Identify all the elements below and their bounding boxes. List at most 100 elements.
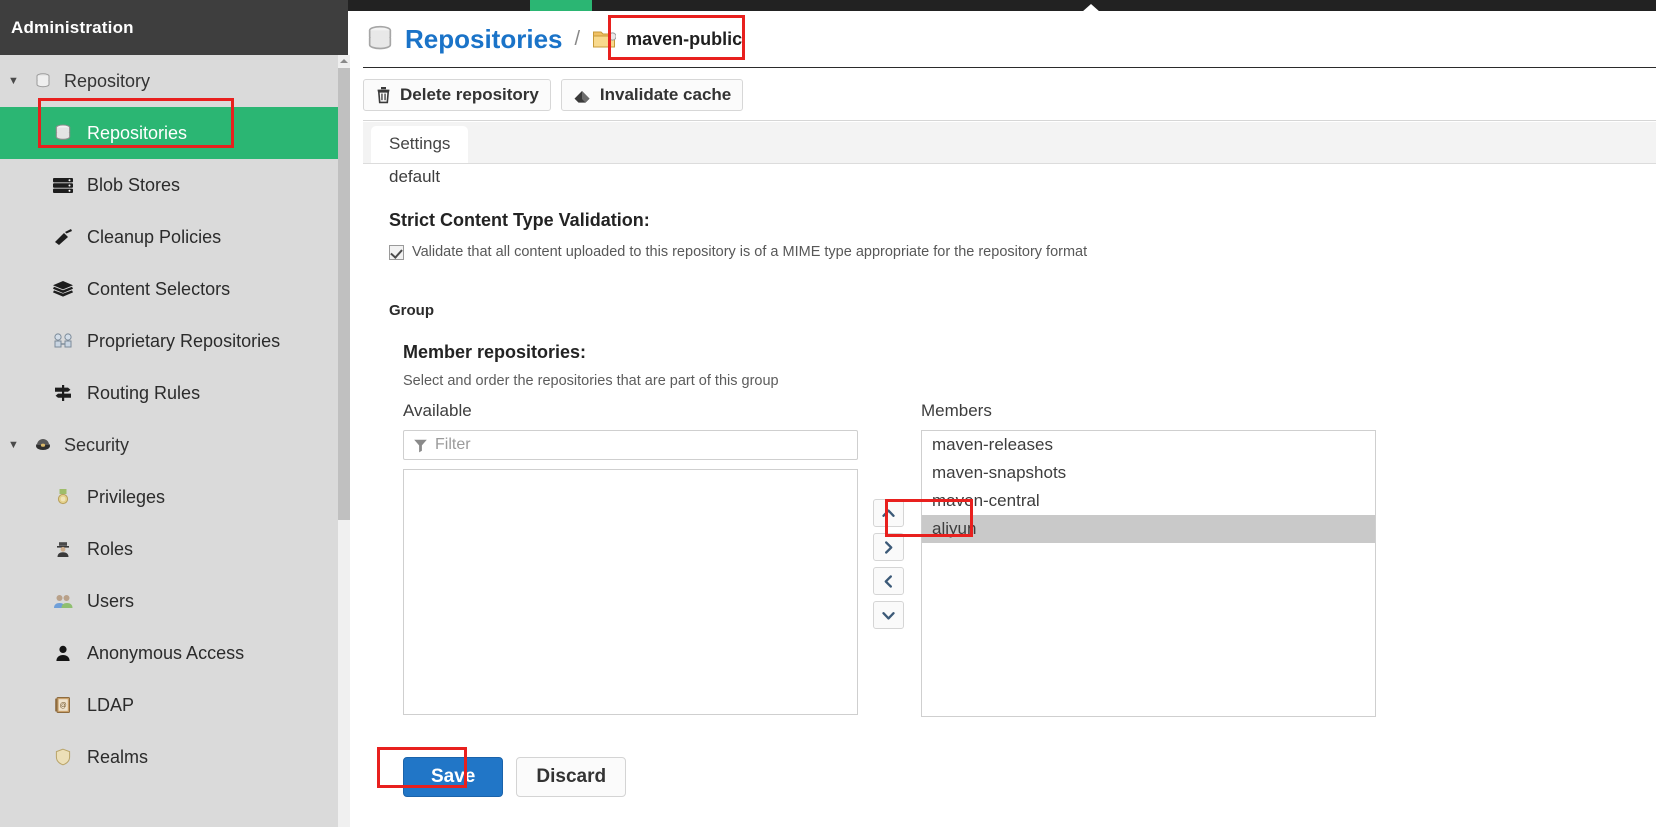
database-icon: [48, 123, 78, 143]
discard-button[interactable]: Discard: [516, 757, 627, 797]
address-book-icon: @: [48, 696, 78, 714]
sidebar-scrollbar-thumb[interactable]: [338, 68, 350, 520]
sidebar-item-label: Content Selectors: [87, 278, 231, 299]
move-left-button[interactable]: [873, 567, 904, 595]
officer-icon: [48, 540, 78, 558]
breadcrumb-root-link[interactable]: Repositories: [405, 24, 563, 55]
delete-repository-button[interactable]: Delete repository: [363, 78, 551, 111]
member-transfer-widget: Available Filter Members maven-releases …: [403, 401, 1403, 721]
available-filter-placeholder: Filter: [435, 436, 471, 453]
sidebar-item-repositories[interactable]: Repositories: [0, 107, 338, 159]
tab-strip: Settings: [363, 122, 1656, 164]
members-list[interactable]: maven-releases maven-snapshots maven-cen…: [921, 430, 1376, 717]
sidebar-item-roles[interactable]: Roles: [0, 523, 338, 575]
sidebar-item-blob-stores[interactable]: Blob Stores: [0, 159, 338, 211]
sidebar-item-label: Roles: [87, 538, 134, 559]
svg-text:@: @: [60, 702, 67, 709]
trash-icon: [375, 86, 392, 104]
strict-content-type-checkbox[interactable]: [389, 244, 404, 260]
main-panel: Repositories / maven-public Delete repos…: [363, 11, 1656, 827]
chevron-down-icon: ▼: [8, 74, 19, 87]
members-label: Members: [921, 401, 992, 420]
form-footer-buttons: Save Discard: [403, 757, 627, 797]
available-column: Available Filter: [403, 401, 858, 715]
medal-icon: [48, 488, 78, 506]
sidebar-item-label: LDAP: [87, 694, 135, 715]
available-filter[interactable]: Filter: [403, 430, 858, 460]
person-icon: [48, 644, 78, 662]
strict-content-type-label: Strict Content Type Validation:: [389, 210, 650, 230]
member-repositories-label: Member repositories:: [403, 342, 587, 362]
active-tab-marker[interactable]: [530, 0, 1100, 12]
list-item[interactable]: maven-snapshots: [922, 459, 1375, 487]
sidebar-item-label: Routing Rules: [87, 382, 201, 403]
sidebar-group-label-security: Security: [64, 434, 130, 455]
chevron-down-icon: ▼: [8, 438, 19, 451]
funnel-icon: [413, 438, 428, 453]
sidebar-group-repository[interactable]: ▼ Repository: [0, 55, 338, 107]
list-item[interactable]: aliyun: [922, 515, 1375, 543]
sidebar-item-label: Privileges: [87, 486, 166, 507]
sidebar-scroll-up-icon[interactable]: [338, 55, 350, 66]
transfer-arrow-buttons: [873, 499, 904, 629]
repository-toolbar: Delete repository Invalidate cache: [363, 69, 1656, 121]
sidebar-item-content-selectors[interactable]: Content Selectors: [0, 263, 338, 315]
list-item[interactable]: maven-central: [922, 487, 1375, 515]
save-button[interactable]: Save: [403, 757, 504, 797]
move-down-button[interactable]: [873, 601, 904, 629]
strict-content-type-row[interactable]: Validate that all content uploaded to th…: [389, 244, 1656, 260]
sidebar-group-label-repository: Repository: [64, 70, 151, 91]
layers-icon: [48, 280, 78, 298]
sidebar-group-security[interactable]: ▼ Security: [0, 419, 338, 471]
sidebar-item-proprietary-repositories[interactable]: Proprietary Repositories: [0, 315, 338, 367]
members-column: Members maven-releases maven-snapshots m…: [921, 401, 1376, 717]
tab-settings-label: Settings: [389, 134, 451, 153]
member-repositories-hint: Select and order the repositories that a…: [403, 373, 779, 389]
breadcrumb-separator: /: [574, 27, 581, 50]
sidebar-item-label: Blob Stores: [87, 174, 181, 195]
sidebar-item-label: Repositories: [87, 122, 188, 143]
delete-repository-label: Delete repository: [400, 84, 539, 104]
shield-icon: [48, 748, 78, 766]
move-right-button[interactable]: [873, 533, 904, 561]
format-value: default: [389, 167, 441, 186]
available-list[interactable]: [403, 469, 858, 715]
sidebar-item-label: Anonymous Access: [87, 642, 245, 663]
proprietary-icon: [48, 332, 78, 350]
sidebar-item-cleanup-policies[interactable]: Cleanup Policies: [0, 211, 338, 263]
sidebar-item-label: Realms: [87, 746, 149, 767]
group-section-label: Group: [389, 302, 434, 319]
settings-content: default Strict Content Type Validation: …: [363, 164, 1656, 827]
sidebar-item-privileges[interactable]: Privileges: [0, 471, 338, 523]
sidebar-item-ldap[interactable]: @ LDAP: [0, 679, 338, 731]
shield-badge-icon: [30, 436, 56, 454]
move-up-button[interactable]: [873, 499, 904, 527]
sidebar-item-label: Cleanup Policies: [87, 226, 222, 247]
admin-sidebar: ▼ Repository Repositories Blob Stores Cl…: [0, 55, 338, 827]
app-root: Administration ▼ Repository Repositories…: [0, 0, 1656, 827]
available-label: Available: [403, 401, 472, 420]
sidebar-item-label: Users: [87, 590, 135, 611]
administration-label: Administration: [11, 17, 134, 37]
sidebar-item-realms[interactable]: Realms: [0, 731, 338, 783]
tab-settings[interactable]: Settings: [371, 126, 469, 163]
server-icon: [48, 176, 78, 194]
strict-content-type-description: Validate that all content uploaded to th…: [412, 244, 1088, 260]
breadcrumb: Repositories / maven-public: [363, 11, 1656, 68]
users-icon: [48, 592, 78, 610]
eraser-icon: [573, 86, 592, 104]
sidebar-item-users[interactable]: Users: [0, 575, 338, 627]
invalidate-cache-button[interactable]: Invalidate cache: [560, 78, 744, 111]
broom-icon: [48, 228, 78, 246]
administration-title: Administration: [0, 0, 348, 55]
list-item[interactable]: maven-releases: [922, 431, 1375, 459]
invalidate-cache-label: Invalidate cache: [599, 84, 732, 104]
folder-icon: [592, 28, 617, 50]
signpost-icon: [48, 384, 78, 402]
sidebar-item-anonymous-access[interactable]: Anonymous Access: [0, 627, 338, 679]
database-icon: [365, 24, 395, 54]
sidebar-item-label: Proprietary Repositories: [87, 330, 281, 351]
database-icon: [30, 72, 56, 90]
sidebar-item-routing-rules[interactable]: Routing Rules: [0, 367, 338, 419]
breadcrumb-current-label: maven-public: [626, 28, 743, 49]
